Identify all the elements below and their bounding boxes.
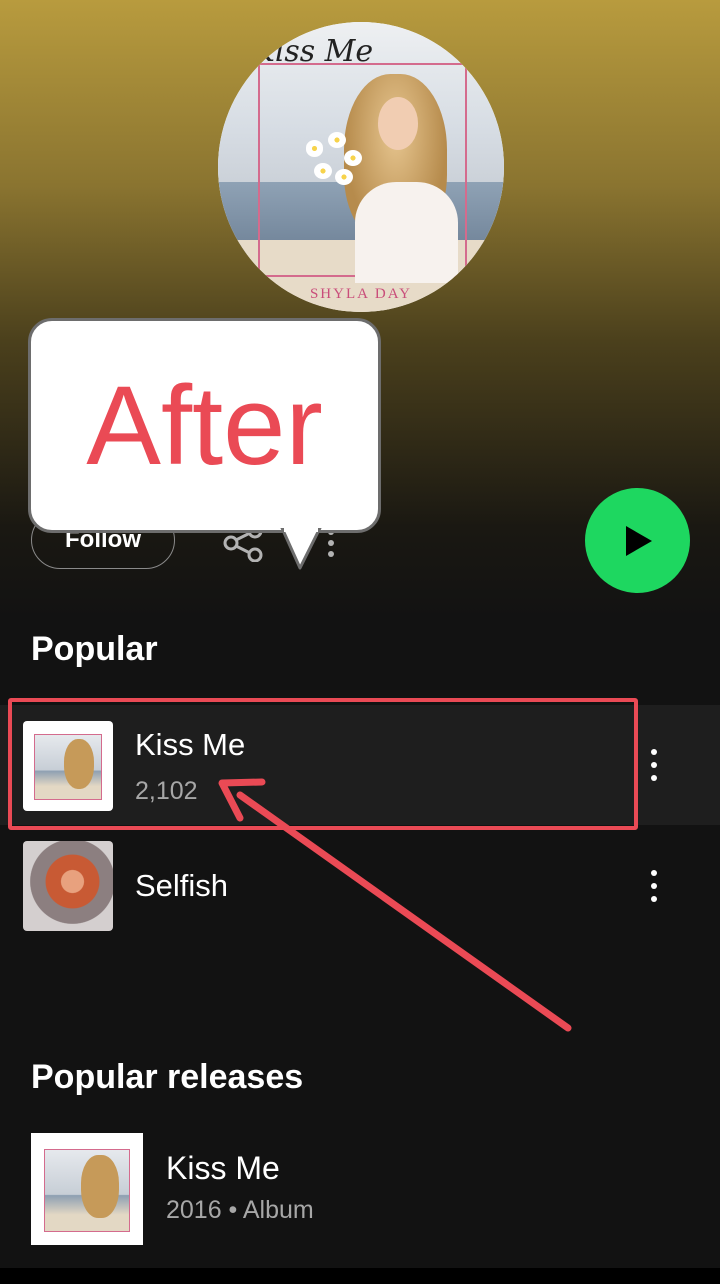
popular-section-title: Popular	[31, 630, 158, 668]
album-cover-art: Kiss Me SHYLA DAY	[218, 22, 504, 312]
track-thumbnail	[23, 841, 113, 931]
track-row[interactable]: Selfish	[0, 826, 720, 946]
more-vertical-icon[interactable]	[648, 747, 660, 783]
more-vertical-icon[interactable]	[648, 868, 660, 904]
release-title[interactable]: Kiss Me	[166, 1150, 280, 1187]
release-thumbnail[interactable]	[31, 1133, 143, 1245]
release-meta: 2016 • Album	[166, 1196, 314, 1224]
popular-releases-title: Popular releases	[31, 1058, 304, 1096]
track-title: Selfish	[135, 868, 229, 903]
play-button[interactable]	[585, 488, 690, 593]
after-callout: After	[28, 318, 381, 533]
cover-script-title: Kiss Me	[252, 33, 374, 69]
highlight-box	[8, 698, 638, 830]
cover-artist-name: SHYLA DAY	[309, 286, 413, 303]
callout-text: After	[86, 362, 323, 488]
callout-tail	[280, 528, 322, 570]
artist-image: Kiss Me SHYLA DAY	[218, 22, 504, 312]
play-icon	[625, 525, 652, 556]
bottom-bar	[0, 1268, 720, 1284]
